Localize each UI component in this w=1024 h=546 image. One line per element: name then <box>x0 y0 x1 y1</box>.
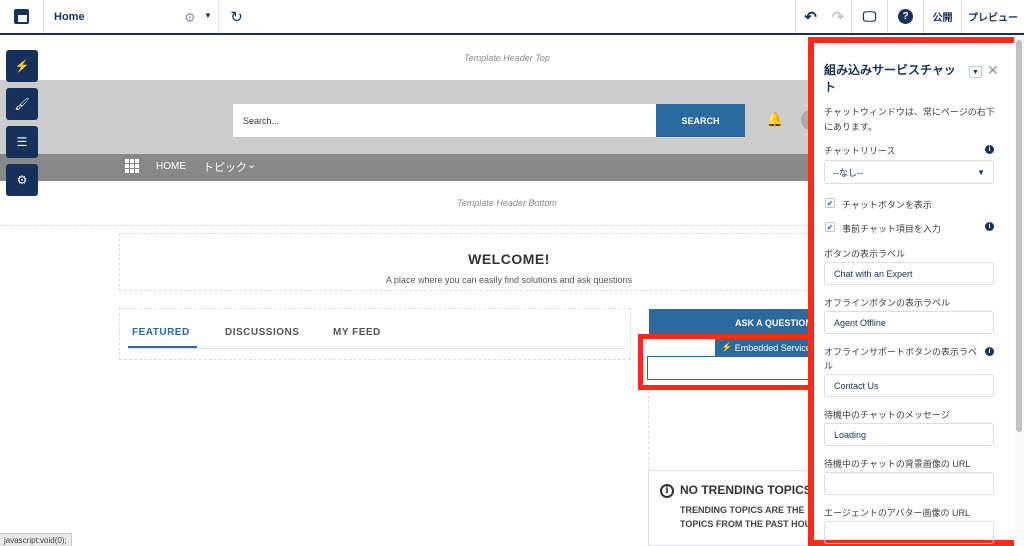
left-tool-rail: ⚡ 🖌 ☰ ⚙ <box>6 50 38 202</box>
welcome-subtitle: A place where you can easily find soluti… <box>385 275 633 285</box>
sidebar-region <box>648 390 808 470</box>
active-tab-indicator <box>128 346 197 348</box>
tab-my-feed[interactable]: MY FEED <box>333 327 381 338</box>
button-label-label: ボタンの表示ラベル <box>824 249 906 259</box>
info-icon[interactable]: i <box>985 145 994 154</box>
chat-release-value: --なし-- <box>833 167 863 178</box>
prechat-label: 事前チャット項目を入力 <box>842 224 941 234</box>
offline-button-label: オフラインボタンの表示ラベル <box>824 298 951 308</box>
highlight-annotation <box>638 334 809 390</box>
chevron-down-icon[interactable]: ▼ <box>969 66 982 78</box>
close-icon[interactable]: ✕ <box>987 62 999 79</box>
nav-home-link[interactable]: HOME <box>156 161 186 172</box>
search-input[interactable]: Search... <box>233 104 656 137</box>
info-icon: i <box>660 484 674 498</box>
panel-title: 組み込みサービスチャット <box>824 63 956 94</box>
chevron-down-icon[interactable]: ⌄ <box>247 158 256 171</box>
tab-discussions[interactable]: DISCUSSIONS <box>225 327 299 338</box>
trending-title: NO TRENDING TOPICS <box>680 483 812 497</box>
theme-brush-icon[interactable]: 🖌 <box>6 88 38 120</box>
agent-avatar-url-field[interactable] <box>824 521 994 544</box>
page-structure-list-icon[interactable]: ☰ <box>6 126 38 158</box>
waiting-bg-url-field[interactable] <box>824 472 994 495</box>
offline-button-field[interactable]: Agent Offline <box>824 311 994 334</box>
waiting-message-field[interactable]: Loading <box>824 423 994 446</box>
settings-gear-icon[interactable]: ⚙ <box>6 164 38 196</box>
welcome-title: WELCOME! <box>468 251 550 267</box>
trending-desc-line-2: TOPICS FROM THE PAST HOU <box>680 519 812 529</box>
publish-button[interactable]: 公開 <box>923 0 961 33</box>
chevron-down-icon: ▼ <box>977 168 985 177</box>
trending-desc-line-1: TRENDING TOPICS ARE THE <box>680 505 805 515</box>
info-icon[interactable]: i <box>985 347 994 356</box>
layout-menu-icon[interactable] <box>0 0 44 33</box>
lightning-components-icon[interactable]: ⚡ <box>6 50 38 82</box>
page-settings-gear-icon[interactable]: ⚙ <box>184 10 196 26</box>
property-panel: 組み込みサービスチャット ▼ ✕ チャットウィンドウは、常にページの右下にありま… <box>808 37 1021 546</box>
page-name: Home <box>54 10 85 23</box>
region-divider <box>0 225 808 226</box>
device-preview-icon[interactable]: 🖵 <box>851 0 887 33</box>
info-icon[interactable]: i <box>985 222 994 231</box>
refresh-icon[interactable]: ↻ <box>219 0 254 33</box>
scrollbar-thumb[interactable] <box>1016 40 1022 432</box>
tab-featured[interactable]: FEATURED <box>132 327 190 338</box>
agent-avatar-url-label: エージェントのアバター画像の URL <box>824 508 970 518</box>
app-launcher-icon[interactable] <box>125 159 139 173</box>
chat-release-label: チャットリリース <box>824 146 896 156</box>
waiting-message-label: 待機中のチャットのメッセージ <box>824 410 950 420</box>
button-label-field[interactable]: Chat with an Expert <box>824 262 994 285</box>
browser-status-bar: javascript:void(0); <box>0 533 72 546</box>
welcome-component[interactable]: WELCOME! A place where you can easily fi… <box>119 233 808 291</box>
offline-support-label: オフラインサポートボタンの表示ラベル <box>824 347 978 371</box>
nav-topics-link[interactable]: トピック <box>203 159 247 175</box>
search-button[interactable]: SEARCH <box>656 104 745 137</box>
offline-support-field[interactable]: Contact Us <box>824 374 994 397</box>
waiting-bg-url-label: 待機中のチャットの背景画像の URL <box>824 459 971 469</box>
help-icon: ? <box>898 9 913 24</box>
panel-description: チャットウィンドウは、常にページの右下にあります。 <box>824 107 995 132</box>
show-chat-button-checkbox[interactable]: ✔ <box>825 198 835 208</box>
tabs-divider <box>128 348 624 349</box>
trending-topics-component[interactable]: i NO TRENDING TOPICS TRENDING TOPICS ARE… <box>648 470 812 546</box>
page-selector[interactable]: Home ⚙ ▼ <box>44 0 219 33</box>
prechat-checkbox[interactable]: ✔ <box>825 222 835 232</box>
builder-toolbar: Home ⚙ ▼ ↻ ↶ ↷ 🖵 ? 公開 プレビュー <box>0 0 1024 35</box>
show-chat-button-label: チャットボタンを表示 <box>842 200 932 210</box>
ask-question-button[interactable]: ASK A QUESTION <box>649 309 809 337</box>
bell-icon[interactable]: 🔔 <box>766 111 783 128</box>
undo-icon[interactable]: ↶ <box>795 0 825 33</box>
chat-release-select[interactable]: --なし-- ▼ <box>824 160 994 184</box>
chevron-down-icon[interactable]: ▼ <box>204 11 212 20</box>
preview-button[interactable]: プレビュー <box>961 0 1024 33</box>
navigation-bar <box>0 154 808 181</box>
help-button[interactable]: ? <box>887 0 923 33</box>
feed-tabs-component[interactable]: FEATURED DISCUSSIONS MY FEED <box>119 308 631 360</box>
redo-icon[interactable]: ↷ <box>825 0 851 33</box>
